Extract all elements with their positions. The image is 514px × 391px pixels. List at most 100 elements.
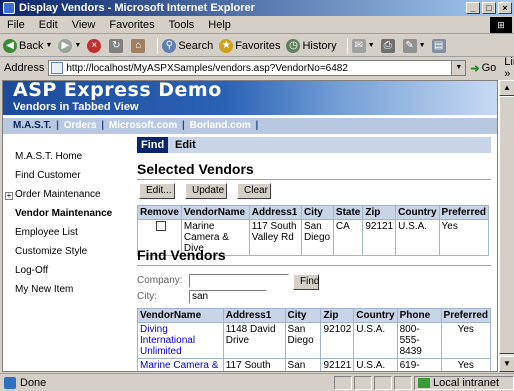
scroll-thumb[interactable]	[499, 96, 514, 354]
col-address1: Address1	[222, 308, 286, 323]
country-cell: U.S.A.	[353, 322, 398, 359]
sidebar-item-order-maintenance[interactable]: Order Maintenance	[15, 189, 101, 200]
nav-borland[interactable]: Borland.com	[190, 120, 251, 131]
status-text: Done	[20, 376, 47, 389]
menu-help[interactable]: Help	[201, 19, 238, 31]
nav-microsoft[interactable]: Microsoft.com	[109, 120, 177, 131]
discuss-button[interactable]: ▤	[431, 38, 448, 53]
windows-logo-icon: ⊞	[490, 17, 512, 33]
company-input[interactable]	[189, 274, 289, 288]
tab-edit[interactable]: Edit	[171, 137, 200, 153]
nav-mast[interactable]: M.A.S.T.	[13, 120, 51, 131]
stop-button[interactable]: ×	[87, 38, 103, 53]
zip-cell: 92121	[320, 358, 355, 371]
sidebar-item-my-new-item[interactable]: My New Item	[15, 284, 73, 295]
expand-plus-icon[interactable]: +	[5, 192, 13, 200]
go-button[interactable]: ➜ Go	[470, 62, 496, 75]
address-dropdown-icon[interactable]: ▼	[451, 61, 466, 75]
forward-button[interactable]: ▶ ▼	[58, 38, 82, 53]
back-button[interactable]: ◀ Back ▼	[3, 38, 53, 53]
col-vendorname: VendorName	[137, 308, 224, 323]
city-input[interactable]: san	[189, 290, 267, 304]
back-arrow-icon: ◀	[3, 38, 17, 53]
chevron-right-icon: »	[504, 68, 511, 80]
scroll-down-icon[interactable]: ▼	[499, 356, 514, 372]
divider	[137, 179, 491, 180]
home-button[interactable]: ⌂	[131, 38, 147, 53]
search-button[interactable]: ⚲ Search	[162, 38, 213, 53]
go-label: Go	[481, 62, 497, 74]
phone-cell: 619-555-0604	[396, 358, 442, 371]
ie-app-icon	[3, 2, 15, 14]
edit-vendor-button[interactable]: Edit...	[139, 183, 175, 199]
links-label: Links	[504, 56, 514, 68]
edit-page-button[interactable]: ✎ ▼	[402, 38, 426, 53]
city-cell: San Diego	[300, 219, 334, 256]
divider	[137, 265, 491, 266]
top-nav: M.A.S.T. | Orders | Microsoft.com | Borl…	[3, 118, 497, 134]
col-vendorname: VendorName	[180, 205, 250, 220]
sidebar-item-vendor-maintenance[interactable]: Vendor Maintenance	[15, 208, 112, 219]
find-vendors-heading: Find Vendors	[137, 247, 226, 263]
col-state: State	[332, 205, 364, 220]
clear-button[interactable]: Clear	[237, 183, 271, 199]
vendor-link[interactable]: Marine Camera & Dive	[140, 360, 218, 371]
tab-find[interactable]: Find	[137, 137, 169, 153]
sidebar-item-find-customer[interactable]: Find Customer	[15, 170, 81, 181]
history-button[interactable]: ◷ History	[286, 38, 337, 53]
chevron-down-icon: ▼	[74, 42, 82, 49]
address-url: http://localhost/MyASPXSamples/vendors.a…	[66, 62, 348, 74]
sidebar-item-log-off[interactable]: Log-Off	[15, 265, 48, 276]
mail-button[interactable]: ✉ ▼	[351, 38, 375, 53]
banner-title: ASP Express Demo	[13, 80, 222, 101]
maximize-button[interactable]: □	[482, 2, 496, 14]
search-icon: ⚲	[162, 38, 177, 53]
city-cell: San Diego	[284, 322, 322, 359]
sidebar-item-customize-style[interactable]: Customize Style	[15, 246, 87, 257]
update-button[interactable]: Update	[185, 183, 227, 199]
menu-tools[interactable]: Tools	[162, 19, 202, 31]
nav-orders[interactable]: Orders	[64, 120, 97, 131]
menu-edit[interactable]: Edit	[32, 19, 65, 31]
remove-checkbox[interactable]	[156, 221, 166, 231]
links-button[interactable]: Links »	[504, 56, 514, 80]
address-input[interactable]: http://localhost/MyASPXSamples/vendors.a…	[48, 60, 467, 76]
menu-favorites[interactable]: Favorites	[102, 19, 161, 31]
zip-cell: 92102	[320, 322, 355, 359]
menu-file[interactable]: File	[0, 19, 32, 31]
status-bar: Done Local intranet	[0, 373, 514, 391]
col-zip: Zip	[362, 205, 397, 220]
sidebar-item-mast-home[interactable]: M.A.S.T. Home	[15, 151, 82, 162]
table-row: Diving International Unlimited 1148 Davi…	[137, 322, 492, 359]
find-vendors-table: VendorName Address1 City Zip Country Pho…	[137, 308, 492, 371]
address-label: Address	[4, 62, 45, 74]
status-pane	[394, 375, 412, 390]
vendor-name-cell: Diving International Unlimited	[137, 322, 224, 359]
scroll-up-icon[interactable]: ▲	[499, 80, 514, 96]
chevron-down-icon: ▼	[45, 42, 53, 49]
tab-strip: Find Edit	[137, 137, 491, 153]
find-button[interactable]: Find	[293, 274, 319, 290]
sidebar-item-employee-list[interactable]: Employee List	[15, 227, 78, 238]
col-preferred: Preferred	[440, 308, 492, 323]
refresh-button[interactable]: ↻	[109, 38, 125, 53]
vendor-link[interactable]: Diving International Unlimited	[140, 324, 195, 357]
vendor-name-cell: Marine Camera & Dive	[137, 358, 224, 371]
menu-view[interactable]: View	[65, 19, 103, 31]
status-pane	[354, 375, 372, 390]
menu-bar: File Edit View Favorites Tools Help ⊞	[0, 16, 514, 34]
vertical-scrollbar[interactable]: ▲ ▼	[498, 80, 514, 372]
favorites-button[interactable]: ★ Favorites	[219, 38, 281, 53]
address-bar: Address http://localhost/MyASPXSamples/v…	[0, 56, 514, 80]
print-button[interactable]: ⎙	[380, 38, 397, 53]
company-label: Company:	[137, 275, 183, 286]
history-label: History	[302, 39, 337, 52]
favorites-label: Favorites	[235, 39, 281, 52]
stop-icon: ×	[87, 38, 102, 53]
history-icon: ◷	[286, 38, 301, 53]
col-country: Country	[395, 205, 440, 220]
close-button[interactable]: ×	[498, 2, 512, 14]
minimize-button[interactable]: _	[466, 2, 480, 14]
zip-cell: 92121	[362, 219, 397, 256]
zone-label: Local intranet	[433, 376, 500, 389]
